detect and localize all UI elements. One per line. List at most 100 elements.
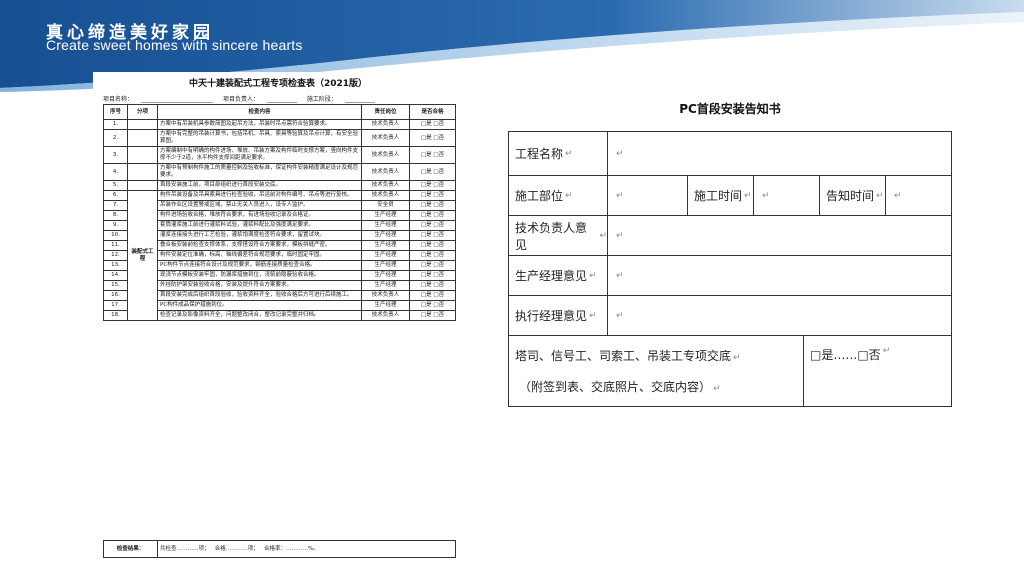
row-category-empty — [127, 119, 158, 130]
checklist-header-row: 序号 分项 检查内容 责任岗位 是否合格 — [103, 104, 456, 120]
row-result: □是 □否 — [409, 180, 456, 191]
header-role: 责任岗位 — [361, 104, 410, 120]
row-result: □是 □否 — [409, 210, 456, 221]
row-result: □是 □否 — [409, 220, 456, 231]
row-role: 生产经理 — [361, 300, 410, 311]
notice-form: 工程名称 ↵ ↵ 施工部位 ↵ ↵ 施工时间 ↵ ↵ 告知时间 ↵ ↵ 技术负责人意见 ↵… — [508, 131, 952, 407]
header-result: 是否合格 — [409, 104, 456, 120]
row-result: □是 □否 — [409, 129, 456, 147]
row-content: 方案中有预制构件施工的质量控制及验收标准，保证构件安装精度满足设计及规范要求。 — [157, 163, 362, 181]
value-dept[interactable]: ↵ — [607, 176, 687, 215]
row-content: 检查记录及影像资料齐全，问题整改闭合，整改记录完整并归档。 — [157, 310, 362, 321]
row-result: □是 □否 — [409, 119, 456, 130]
row-content: PC构件节点连接符合设计及规范要求，钢筋连接质量检查合格。 — [157, 260, 362, 271]
row-content: 叠合板安装前检查支撑体系，支撑搭设符合方案要求，模板拼缝严密。 — [157, 240, 362, 251]
row-number: 12. — [103, 250, 128, 261]
table-row: 1. 方案中有吊装机具参数简图及起吊方法，吊装时吊点需符合验算要求。 技术负责人 □是… — [103, 119, 456, 130]
row-content: 构件进场验收合格，堆放符合要求，有进场验收记录及合格证。 — [157, 210, 362, 221]
row-tech-opinion: 技术负责人意见 ↵ ↵ — [509, 216, 951, 256]
row-dept-time: 施工部位 ↵ ↵ 施工时间 ↵ ↵ 告知时间 ↵ ↵ — [509, 176, 951, 216]
value-tech-opinion[interactable]: ↵ — [607, 216, 953, 255]
row-category: 装配式工程 — [127, 190, 158, 321]
row-role: 技术负责人 — [361, 290, 410, 301]
row-role: 安全员 — [361, 200, 410, 211]
row-number: 2. — [103, 129, 128, 147]
checklist-table: 序号 分项 检查内容 责任岗位 是否合格 1. 方案中有吊装机具参数简图及起吊方法… — [103, 104, 456, 321]
header-content: 检查内容 — [157, 104, 362, 120]
row-role: 生产经理 — [361, 270, 410, 281]
row-handover: 塔司、信号工、司索工、吊装工专项交底 ↵ （附签到表、交底照片、交底内容） ↵ □是… — [509, 336, 951, 406]
row-number: 8. — [103, 210, 128, 221]
row-prod-opinion: 生产经理意见 ↵ ↵ — [509, 256, 951, 296]
row-number: 11. — [103, 240, 128, 251]
row-number: 6. — [103, 190, 128, 201]
row-number: 14. — [103, 270, 128, 281]
row-content: 方案中有吊装机具参数简图及起吊方法，吊装时吊点需符合验算要求。 — [157, 119, 362, 130]
construction-stage-field: 施工阶段： — [306, 96, 337, 103]
row-role: 生产经理 — [361, 210, 410, 221]
row-number: 13. — [103, 260, 128, 271]
row-content: 外挂防护架安装验收合格，安装及提升符合方案要求。 — [157, 280, 362, 291]
row-number: 18. — [103, 310, 128, 321]
row-role: 技术负责人 — [361, 146, 410, 164]
row-role: 生产经理 — [361, 220, 410, 231]
row-content: 构件安装定位准确，标高、轴线偏差符合规范要求，临时固定牢固。 — [157, 250, 362, 261]
row-result: □是 □否 — [409, 290, 456, 301]
row-content: PC构件成品保护措施到位。 — [157, 300, 362, 311]
row-number: 7. — [103, 200, 128, 211]
row-role: 生产经理 — [361, 230, 410, 241]
row-result: □是 □否 — [409, 250, 456, 261]
row-role: 生产经理 — [361, 250, 410, 261]
value-project-name[interactable]: ↵ — [607, 132, 953, 175]
value-notify-time[interactable]: ↵ — [885, 176, 953, 215]
row-content: 方案编制中有明确的构件进场、堆放、吊装方案及构件临时支撑方案，竖向构件支撑不少于… — [157, 146, 362, 164]
header-category: 分项 — [127, 104, 158, 120]
row-role: 生产经理 — [361, 240, 410, 251]
row-result: □是 □否 — [409, 260, 456, 271]
row-content: 首段安装完成后组织首段验收，验收资料齐全，验收合格后方可进行后续施工。 — [157, 290, 362, 301]
row-content: 吊装作业区设置警戒区域，禁止无关人员进入，设专人监护。 — [157, 200, 362, 211]
row-role: 生产经理 — [361, 260, 410, 271]
slogan-english: Create sweet homes with sincere hearts — [46, 37, 303, 53]
label-handover: 塔司、信号工、司索工、吊装工专项交底 ↵ （附签到表、交底照片、交底内容） ↵ — [515, 349, 741, 394]
row-category-empty — [127, 180, 158, 191]
checklist-title: 中天十建装配式工程专项检查表（2021版） — [188, 79, 368, 89]
project-name-field: 项目名称： — [103, 96, 134, 103]
table-row: 6. 装配式工程 构件吊装设备及吊具索具进行检查验收，吊运前对构件编号、吊点等进行复… — [103, 190, 456, 321]
checklist-meta: 项目名称： ________________________ 项目负责人： ____… — [103, 96, 375, 103]
value-prod-opinion[interactable]: ↵ — [607, 256, 953, 295]
value-exec-opinion[interactable]: ↵ — [607, 296, 953, 335]
row-content: 构件吊装设备及吊具索具进行检查验收，吊运前对构件编号、吊点等进行复核。 — [157, 190, 362, 201]
footer-rate: 合格率：…………%。 — [264, 545, 319, 552]
value-time[interactable]: ↵ — [753, 176, 819, 215]
project-manager-field: 项目负责人： — [222, 96, 259, 103]
row-result: □是 □否 — [409, 240, 456, 251]
row-role: 技术负责人 — [361, 190, 410, 201]
label-tech-opinion: 技术负责人意见 ↵ — [515, 220, 607, 252]
row-number: 17. — [103, 300, 128, 311]
row-content: 方案中有完整的吊装计算书，包括吊机、吊具、索具等验算及吊点计算，有安全验算图。 — [157, 129, 362, 147]
row-category-empty — [127, 163, 158, 181]
row-number: 1. — [103, 119, 128, 130]
table-row: 3. 方案编制中有明确的构件进场、堆放、吊装方案及构件临时支撑方案，竖向构件支撑不… — [103, 146, 456, 164]
row-result: □是 □否 — [409, 146, 456, 164]
row-role: 技术负责人 — [361, 180, 410, 191]
row-project-name: 工程名称 ↵ ↵ — [509, 132, 951, 176]
row-result: □是 □否 — [409, 200, 456, 211]
label-dept: 施工部位 ↵ — [515, 189, 573, 203]
row-number: 4. — [103, 163, 128, 181]
row-result: □是 □否 — [409, 310, 456, 321]
row-number: 9. — [103, 220, 128, 231]
header-no: 序号 — [103, 104, 128, 120]
label-time: 施工时间 ↵ — [687, 176, 753, 215]
table-row: 5. 首段安装施工前，项目部组织进行首段安装交底。 技术负责人 □是 □否 — [103, 180, 456, 191]
row-category-empty — [127, 129, 158, 147]
row-content: 现浇节点模板安装牢固，防漏浆措施到位，浇筑前隐蔽验收合格。 — [157, 270, 362, 281]
row-exec-opinion: 执行经理意见 ↵ ↵ — [509, 296, 951, 336]
label-notify-time: 告知时间 ↵ — [819, 176, 885, 215]
handover-yes-no[interactable]: □是……□否 ↵ — [803, 336, 953, 406]
label-exec-opinion: 执行经理意见 ↵ — [515, 309, 597, 323]
row-category-empty — [127, 146, 158, 164]
row-result: □是 □否 — [409, 270, 456, 281]
row-result: □是 □否 — [409, 230, 456, 241]
